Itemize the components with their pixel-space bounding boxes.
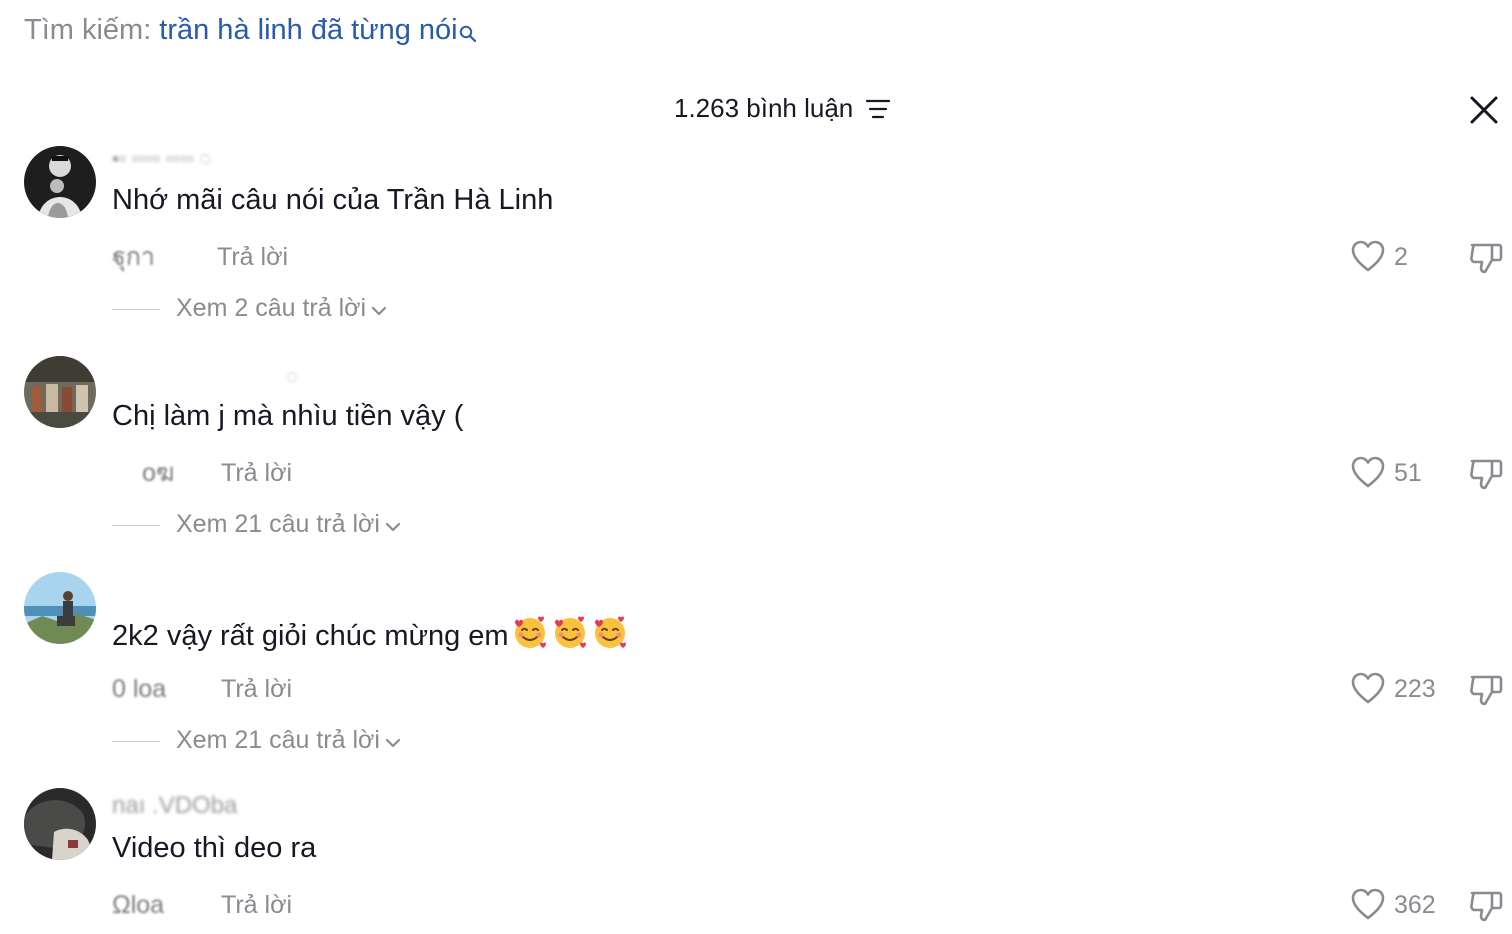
dislike-icon[interactable] — [1468, 671, 1504, 707]
close-icon[interactable] — [1466, 92, 1502, 128]
like-button[interactable]: 223 — [1350, 671, 1436, 707]
reply-button[interactable]: Trả lời — [221, 891, 292, 919]
view-replies-label: Xem 2 câu trả lời — [176, 294, 367, 322]
chevron-down-icon — [384, 509, 402, 541]
like-button[interactable]: 2 — [1350, 239, 1408, 275]
sort-lines-icon[interactable] — [865, 98, 891, 125]
comments-panel: Tìm kiếm: trần hà linh đã từng nói 1.263 … — [0, 0, 1512, 934]
view-replies-button[interactable]: Xem 21 câu trả lời — [112, 508, 402, 540]
view-replies-label: Xem 21 câu trả lời — [176, 510, 380, 538]
like-count: 223 — [1394, 675, 1436, 703]
comment-count: 1.263 bình luận — [674, 93, 854, 123]
like-count: 51 — [1394, 459, 1422, 487]
search-label: Tìm kiếm: — [24, 14, 152, 46]
comment-date: ฐุกา — [112, 243, 155, 271]
view-replies-label: Xem 21 câu trả lời — [176, 726, 380, 754]
reply-button[interactable]: Trả lời — [217, 243, 288, 271]
comment-text: Video thì deo ra — [112, 832, 317, 864]
smiling-face-with-hearts-icon — [591, 614, 629, 661]
comment-text-content: 2k2 vậy rất giỏi chúc mừng em — [112, 620, 509, 653]
avatar[interactable] — [24, 356, 96, 428]
divider-line — [112, 308, 160, 311]
comment-date: 0 loa — [112, 675, 167, 703]
chevron-down-icon — [384, 725, 402, 757]
like-button[interactable]: 51 — [1350, 455, 1422, 491]
dislike-icon[interactable] — [1468, 239, 1504, 275]
comment-username[interactable]: naı .VDOba — [112, 792, 237, 820]
search-bar[interactable]: Tìm kiếm: trần hà linh đã từng nói — [24, 10, 477, 54]
comment-meta: ฐุกา Trả lời — [112, 241, 288, 273]
comment-text: Chị làm j mà nhìu tiền vậy ( — [112, 400, 464, 432]
comment-date: Ωloa — [112, 891, 165, 919]
reply-button[interactable]: Trả lời — [221, 675, 292, 703]
heart-icon — [1351, 456, 1385, 488]
heart-icon — [1351, 888, 1385, 920]
comment-username[interactable]: ▪▫ ▫▫▫▫ ▫▫▫▫ ◌ — [112, 148, 211, 170]
heart-icon — [1351, 240, 1385, 272]
comment-text: Nhớ mãi câu nói của Trần Hà Linh — [112, 184, 554, 216]
chevron-down-icon — [370, 293, 388, 325]
avatar[interactable] — [24, 572, 96, 644]
divider-line — [112, 740, 160, 743]
like-button[interactable]: 362 — [1350, 887, 1436, 923]
like-count: 2 — [1394, 243, 1408, 271]
comment-meta: Ωloa Trả lời — [112, 889, 292, 921]
comment-meta: oฆ Trả lời — [112, 457, 292, 489]
view-replies-button[interactable]: Xem 21 câu trả lời — [112, 724, 402, 756]
dislike-icon[interactable] — [1468, 887, 1504, 923]
search-icon[interactable] — [459, 14, 477, 54]
search-query-link[interactable]: trần hà linh đã từng nói — [159, 14, 457, 46]
view-replies-button[interactable]: Xem 2 câu trả lời — [112, 292, 388, 324]
smiling-face-with-hearts-icon — [551, 614, 589, 661]
heart-icon — [1351, 672, 1385, 704]
avatar[interactable] — [24, 788, 96, 860]
like-count: 362 — [1394, 891, 1436, 919]
comment-date: oฆ — [142, 459, 175, 487]
dislike-icon[interactable] — [1468, 455, 1504, 491]
divider-line — [112, 524, 160, 527]
comment-username[interactable]: ◌ — [286, 366, 298, 388]
comment-text: 2k2 vậy rất giỏi chúc mừng em — [112, 614, 629, 661]
comments-header: 1.263 bình luận — [0, 86, 1512, 130]
avatar[interactable] — [24, 146, 96, 218]
reply-button[interactable]: Trả lời — [221, 459, 292, 487]
smiling-face-with-hearts-icon — [511, 614, 549, 661]
comment-meta: 0 loa Trả lời — [112, 673, 292, 705]
